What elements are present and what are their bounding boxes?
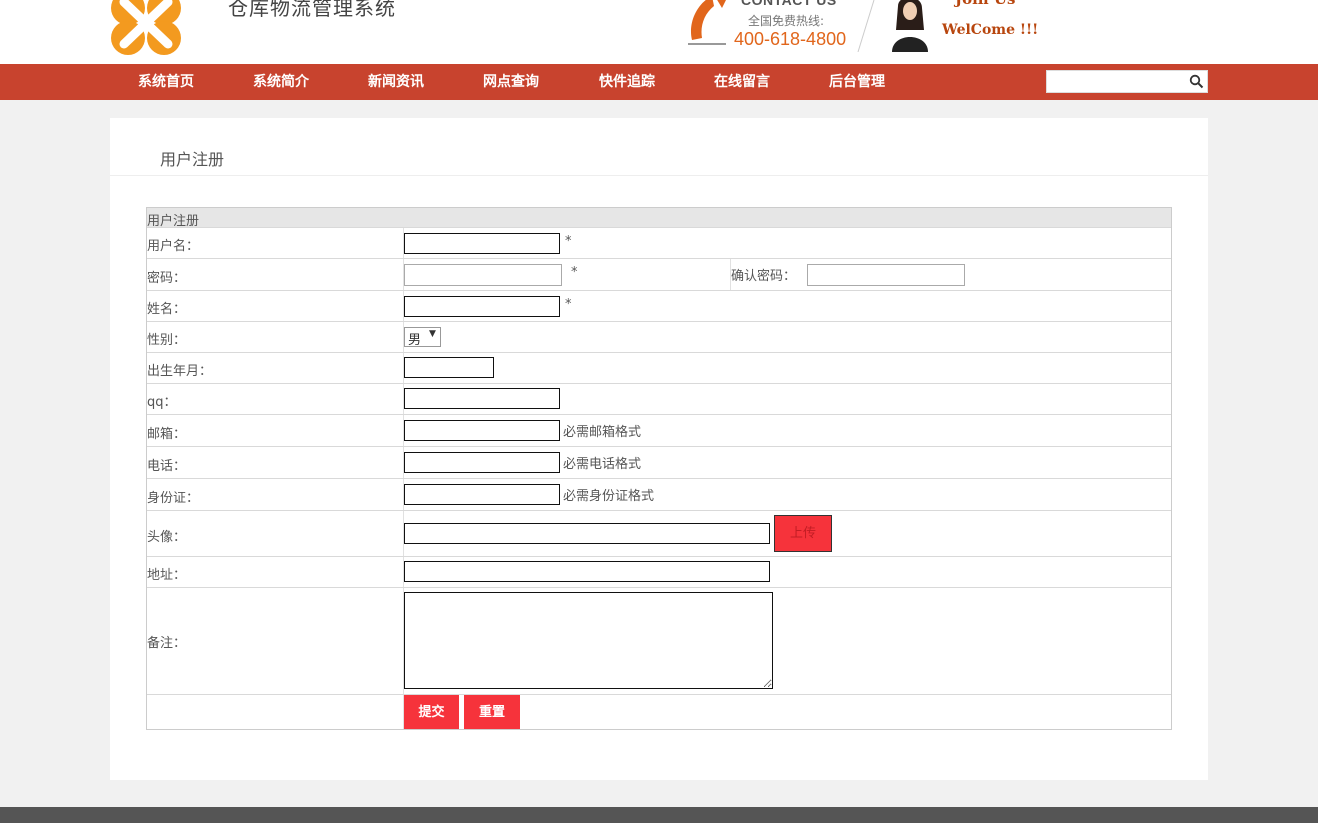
username-input[interactable] xyxy=(404,233,560,254)
avatar xyxy=(892,0,928,52)
form-row-email: 邮箱： 必需邮箱格式 xyxy=(147,415,1171,447)
submit-button[interactable]: 提交 xyxy=(404,695,459,729)
username-required-mark: * xyxy=(565,234,572,249)
form-row-avatar: 头像： 上传 xyxy=(147,511,1171,557)
site-footer xyxy=(0,807,1318,823)
search-input[interactable] xyxy=(1049,73,1179,90)
form-row-address: 地址： xyxy=(147,557,1171,588)
gender-select[interactable]: 男 ▼ xyxy=(404,327,441,348)
confirm-password-label: 确认密码： xyxy=(731,269,797,284)
site-header: 仓库物流管理系统 CONTACT US 全国免费热线: 400-618-4800… xyxy=(0,0,1318,64)
header-divider xyxy=(857,0,875,52)
form-row-gender: 性别： 男 ▼ xyxy=(147,322,1171,353)
upload-button[interactable]: 上传 xyxy=(774,515,832,552)
email-label: 邮箱： xyxy=(147,427,187,442)
form-header-row: 用户注册 xyxy=(147,208,1171,229)
search-icon[interactable] xyxy=(1189,74,1204,89)
form-row-name: 姓名： * xyxy=(147,291,1171,322)
site-title: 仓库物流管理系统 xyxy=(228,0,396,20)
email-hint: 必需邮箱格式 xyxy=(563,425,642,440)
phone-hint: 必需电话格式 xyxy=(563,457,642,472)
registration-form: 用户注册 用户名： * 密码： * 确认密码： 姓名： * 性别： 男 ▼ 出生… xyxy=(146,207,1172,730)
nav-item-intro[interactable]: 系统简介 xyxy=(253,64,309,100)
idcard-hint: 必需身份证格式 xyxy=(563,489,655,504)
nav-item-news[interactable]: 新闻资讯 xyxy=(368,64,424,100)
form-row-idcard: 身份证： 必需身份证格式 xyxy=(147,479,1171,511)
welcome-text: WelCome !!! xyxy=(942,22,1039,38)
gender-label: 性别： xyxy=(147,333,187,348)
gender-selected-value: 男 xyxy=(408,333,422,348)
name-input[interactable] xyxy=(404,296,560,317)
form-row-phone: 电话： 必需电话格式 xyxy=(147,447,1171,479)
birth-label: 出生年月： xyxy=(147,364,213,379)
reset-button[interactable]: 重置 xyxy=(464,695,520,729)
qq-label: qq： xyxy=(147,395,177,410)
avatar-label: 头像： xyxy=(147,530,187,545)
hotline-label: 全国免费热线: xyxy=(748,14,825,28)
search-box xyxy=(1046,70,1208,93)
username-label: 用户名： xyxy=(147,239,200,254)
idcard-input[interactable] xyxy=(404,484,560,505)
main-nav: 系统首页 系统简介 新闻资讯 网点查询 快件追踪 在线留言 后台管理 xyxy=(0,64,1318,100)
title-divider xyxy=(110,175,1208,176)
name-required-mark: * xyxy=(565,297,572,312)
form-row-actions: 提交 重置 xyxy=(147,695,1171,729)
chevron-down-icon: ▼ xyxy=(429,329,436,339)
remark-label: 备注： xyxy=(147,636,187,651)
page-title: 用户注册 xyxy=(160,150,225,169)
name-label: 姓名： xyxy=(147,302,187,317)
hotline-number: 400-618-4800 xyxy=(734,29,847,49)
address-input[interactable] xyxy=(404,561,770,582)
birth-input[interactable] xyxy=(404,357,494,378)
form-row-qq: qq： xyxy=(147,384,1171,415)
avatar-path-input[interactable] xyxy=(404,523,770,544)
address-label: 地址： xyxy=(147,568,187,583)
phone-input[interactable] xyxy=(404,452,560,473)
phone-icon xyxy=(688,0,726,45)
join-us-text: Join Us xyxy=(955,0,1015,8)
nav-item-message[interactable]: 在线留言 xyxy=(714,64,770,100)
confirm-password-input[interactable] xyxy=(807,264,965,286)
email-input[interactable] xyxy=(404,420,560,441)
password-input[interactable] xyxy=(404,264,562,286)
nav-item-home[interactable]: 系统首页 xyxy=(138,64,194,100)
qq-input[interactable] xyxy=(404,388,560,409)
password-required-mark: * xyxy=(571,265,578,280)
remark-textarea[interactable] xyxy=(404,592,773,689)
idcard-label: 身份证： xyxy=(147,491,200,506)
form-row-username: 用户名： * xyxy=(147,228,1171,259)
logo-icon xyxy=(111,0,181,55)
form-row-remark: 备注： xyxy=(147,588,1171,695)
phone-label: 电话： xyxy=(147,459,187,474)
contact-us-text: CONTACT US xyxy=(741,0,837,8)
form-row-birth: 出生年月： xyxy=(147,353,1171,384)
form-header: 用户注册 xyxy=(147,214,200,229)
nav-item-tracking[interactable]: 快件追踪 xyxy=(599,64,655,100)
nav-item-admin[interactable]: 后台管理 xyxy=(829,64,885,100)
nav-item-branches[interactable]: 网点查询 xyxy=(483,64,539,100)
password-label: 密码： xyxy=(147,271,187,286)
form-row-password: 密码： * 确认密码： xyxy=(147,259,1171,291)
